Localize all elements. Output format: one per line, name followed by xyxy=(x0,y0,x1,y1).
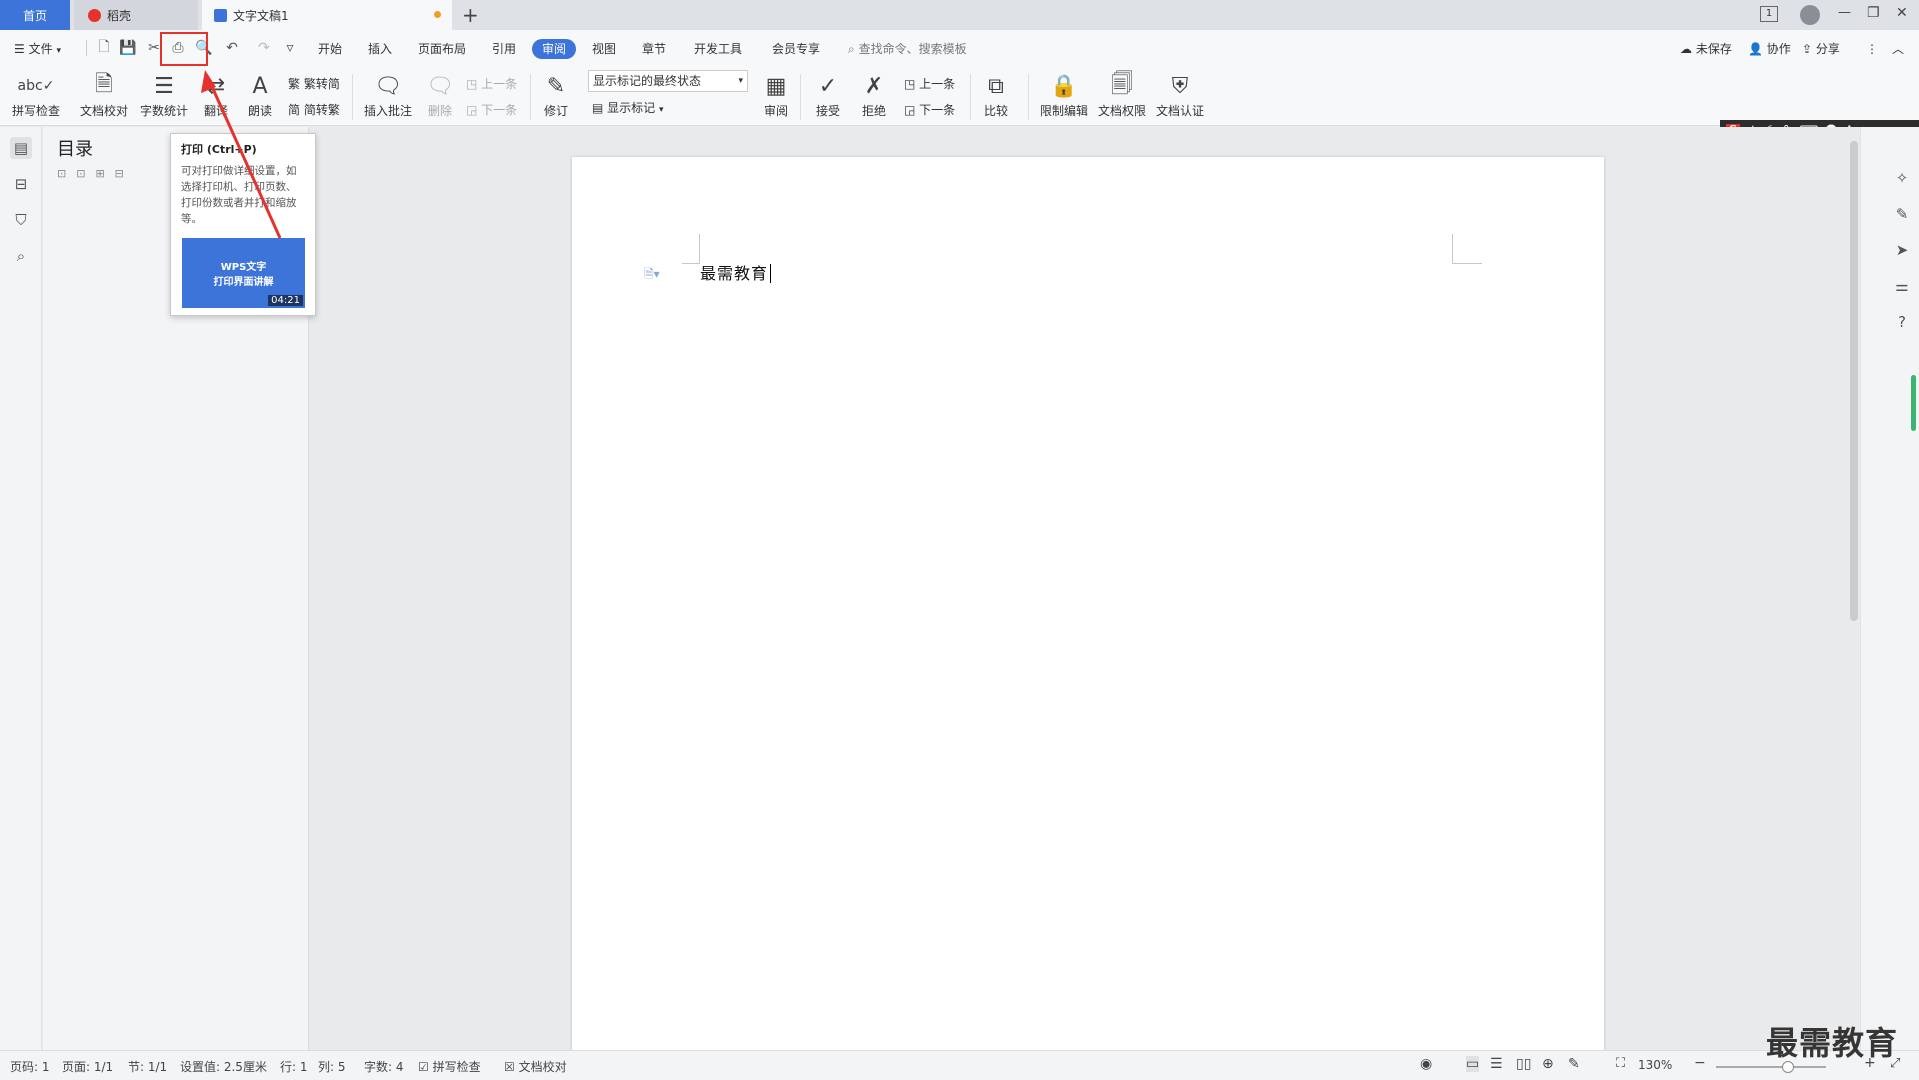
arrow-shaft xyxy=(207,79,282,239)
zoom-slider[interactable] xyxy=(1716,1066,1826,1068)
check-icon: ☑ xyxy=(418,1060,429,1074)
status-col: 列: 5 xyxy=(318,1060,346,1074)
watermark-logo: 最需教育 xyxy=(1766,1024,1899,1062)
write-view-icon[interactable]: ✎ xyxy=(1568,1056,1580,1072)
status-proof-label: 文档校对 xyxy=(518,1060,567,1074)
zoom-out-button[interactable]: − xyxy=(1694,1055,1706,1071)
status-section: 节: 1/1 xyxy=(128,1060,168,1074)
eye-protect-icon[interactable]: ◉ xyxy=(1420,1056,1432,1072)
web-view-icon[interactable]: ⊕ xyxy=(1542,1056,1554,1072)
status-setting: 设置值: 2.5厘米 xyxy=(180,1060,267,1074)
reading-view-icon[interactable]: ▯▯ xyxy=(1516,1056,1531,1072)
status-spell-check[interactable]: ☑ 拼写检查 xyxy=(418,1058,481,1075)
outline-view-icon[interactable]: ☰ xyxy=(1490,1056,1503,1072)
annotation-arrow xyxy=(201,70,282,239)
status-words[interactable]: 字数: 4 xyxy=(364,1058,404,1075)
status-row: 行: 1 xyxy=(280,1060,308,1074)
status-spell-label: 拼写检查 xyxy=(432,1060,481,1074)
status-proofread[interactable]: ☒ 文档校对 xyxy=(504,1058,567,1075)
fit-page-icon[interactable]: ⛶ xyxy=(1616,1056,1625,1071)
status-page: 页面: 1/1 xyxy=(62,1060,114,1074)
zoom-level[interactable]: 130% xyxy=(1638,1058,1672,1072)
status-page-code: 页码: 1 xyxy=(10,1060,50,1074)
status-bar: 页码: 1 页面: 1/1 节: 1/1 设置值: 2.5厘米 行: 1 列: … xyxy=(0,1050,1919,1080)
proof-icon: ☒ xyxy=(504,1060,515,1074)
page-view-icon[interactable]: ▭ xyxy=(1466,1056,1480,1072)
